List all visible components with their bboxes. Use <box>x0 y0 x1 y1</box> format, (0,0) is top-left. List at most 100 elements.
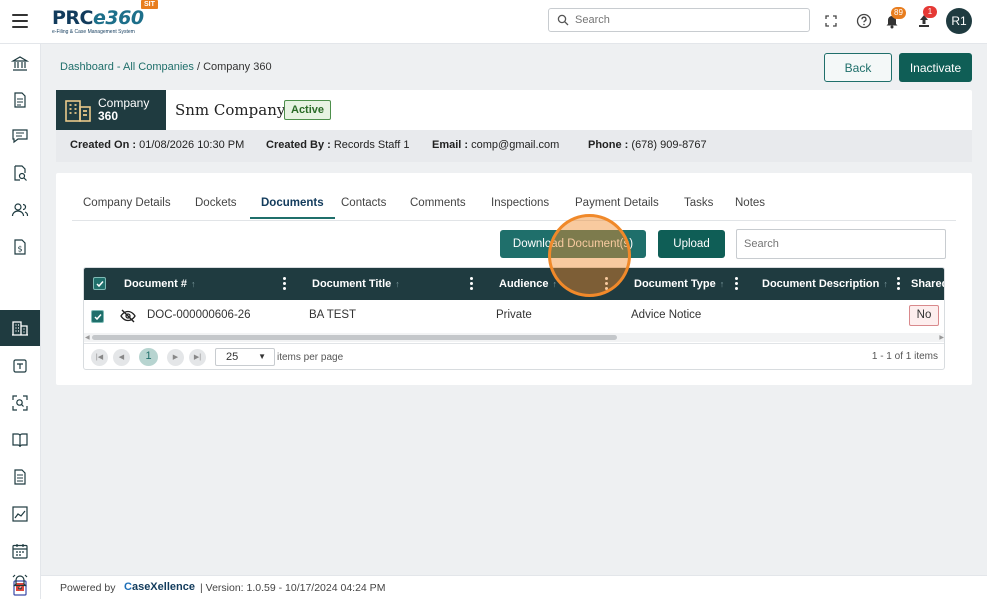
next-page-icon[interactable]: ▶ <box>167 349 184 366</box>
tab-company-details[interactable]: Company Details <box>83 197 171 217</box>
global-search[interactable] <box>548 8 810 32</box>
column-menu-icon[interactable] <box>735 277 738 292</box>
svg-text:$: $ <box>17 245 22 254</box>
bank-icon <box>11 56 29 71</box>
notifications-badge: 89 <box>891 7 906 19</box>
column-menu-icon[interactable] <box>897 277 900 292</box>
dollar-document-icon: $ <box>14 239 26 255</box>
help-icon[interactable] <box>855 12 873 30</box>
table-row[interactable]: DOC-000000606-26 BA TEST Private Advice … <box>84 300 944 332</box>
column-header-shared[interactable]: Shared <box>911 278 944 290</box>
page-size-value: 25 <box>226 351 239 363</box>
hamburger-menu-icon[interactable] <box>12 14 28 28</box>
sidebar-item-companies[interactable] <box>0 310 40 346</box>
column-header-document-number[interactable]: Document # ↑ <box>124 278 195 290</box>
first-page-icon[interactable]: |◀ <box>91 349 108 366</box>
cell-document-title: BA TEST <box>309 309 357 321</box>
column-menu-icon[interactable] <box>283 277 286 292</box>
tab-inspections[interactable]: Inspections <box>491 197 549 217</box>
column-header-document-type[interactable]: Document Type ↑ <box>634 278 724 290</box>
casexellence-logo: CaseXellence <box>124 581 195 593</box>
scroll-right-icon[interactable]: ▶ <box>939 334 944 341</box>
sidebar-item-tag[interactable] <box>0 348 40 384</box>
footer: Powered by CaseXellence | Version: 1.0.5… <box>41 575 987 599</box>
breadcrumb-link-companies[interactable]: Dashboard - All Companies <box>60 61 194 73</box>
sidebar-item-payments[interactable]: $ <box>0 229 40 265</box>
global-search-input[interactable] <box>575 12 805 28</box>
eye-off-icon[interactable] <box>120 309 136 323</box>
brand-c: C <box>124 581 132 593</box>
upload-button[interactable]: Upload <box>658 230 725 258</box>
items-per-page-label: items per page <box>277 352 344 363</box>
logo-text: PRC <box>52 7 94 29</box>
sidebar-item-file[interactable] <box>0 459 40 495</box>
powered-by-label: Powered by <box>60 582 116 594</box>
sort-arrow-icon: ↑ <box>883 279 888 289</box>
column-header-document-title[interactable]: Document Title ↑ <box>312 278 400 290</box>
logo-text-e360: e360 <box>93 7 144 29</box>
cell-audience: Private <box>496 309 532 321</box>
page-number-current[interactable]: 1 <box>139 348 158 366</box>
sidebar-item-document[interactable] <box>0 82 40 118</box>
cell-document-type: Advice Notice <box>631 309 702 321</box>
sidebar-item-reports[interactable] <box>0 496 40 532</box>
company-360-tag: Company 360 <box>56 90 166 130</box>
chat-icon <box>12 129 28 144</box>
version-text: | Version: 1.0.59 - 10/17/2024 04:24 PM <box>200 582 386 594</box>
brand-name: aseXellence <box>131 581 195 593</box>
page-size-select[interactable]: 25 ▼ <box>215 348 275 366</box>
tab-contacts[interactable]: Contacts <box>341 197 386 217</box>
tab-documents[interactable]: Documents <box>250 197 335 219</box>
select-all-checkbox[interactable] <box>93 277 106 290</box>
tab-tasks[interactable]: Tasks <box>684 197 713 217</box>
created-on: Created On : 01/08/2026 10:30 PM <box>70 139 244 151</box>
row-checkbox[interactable] <box>91 310 104 323</box>
phone-label: Phone : <box>588 139 629 151</box>
tab-bar: Company Details Dockets Documents Contac… <box>72 193 956 221</box>
sort-arrow-icon: ↑ <box>719 279 725 289</box>
book-open-icon <box>12 433 28 448</box>
sidebar-item-alarm[interactable] <box>0 563 40 599</box>
created-on-value: 01/08/2026 10:30 PM <box>139 139 245 151</box>
inactivate-button[interactable]: Inactivate <box>899 53 972 82</box>
breadcrumb-current: Company 360 <box>203 61 272 73</box>
sidebar-item-document-search[interactable] <box>0 155 40 191</box>
chart-icon <box>12 506 28 522</box>
back-button[interactable]: Back <box>824 53 892 82</box>
column-header-label: Document Title <box>312 278 392 290</box>
breadcrumb: Dashboard - All Companies / Company 360 <box>60 61 272 73</box>
sidebar-item-scan[interactable] <box>0 385 40 421</box>
sort-arrow-icon: ↑ <box>395 279 400 289</box>
alarm-icon <box>12 574 28 590</box>
email-value: comp@gmail.com <box>471 139 560 151</box>
column-header-audience[interactable]: Audience ↑ <box>499 278 557 290</box>
documents-search-input[interactable] <box>736 229 946 259</box>
column-header-document-description[interactable]: Document Description ↑ <box>762 278 888 290</box>
last-page-icon[interactable]: ▶| <box>189 349 206 366</box>
pagination-bar: |◀ ◀ 1 ▶ ▶| 25 ▼ items per page 1 - 1 of… <box>84 343 944 369</box>
sidebar-item-bank[interactable] <box>0 46 40 82</box>
sidebar-item-book[interactable] <box>0 422 40 458</box>
previous-page-icon[interactable]: ◀ <box>113 349 130 366</box>
tab-dockets[interactable]: Dockets <box>195 197 237 217</box>
column-menu-icon[interactable] <box>470 277 473 292</box>
tab-notes[interactable]: Notes <box>735 197 765 217</box>
sidebar-item-users[interactable] <box>0 192 40 228</box>
documents-grid: Document # ↑ Document Title ↑ Audience ↑ Do… <box>83 267 945 370</box>
scroll-left-icon[interactable]: ◀ <box>85 334 90 341</box>
scan-search-icon <box>12 395 28 411</box>
search-icon <box>557 14 569 26</box>
left-sidebar: $ ? <box>0 44 41 599</box>
tab-comments[interactable]: Comments <box>410 197 466 217</box>
sidebar-item-chat[interactable] <box>0 118 40 154</box>
chevron-down-icon: ▼ <box>258 352 266 361</box>
fullscreen-icon[interactable] <box>822 12 840 30</box>
app-logo[interactable]: PRCe360 e-Filing & Case Management Syste… <box>52 8 144 35</box>
horizontal-scrollbar[interactable]: ◀ ▶ <box>84 333 944 342</box>
email-label: Email : <box>432 139 469 151</box>
scrollbar-thumb[interactable] <box>92 335 617 340</box>
company-info-row: Created On : 01/08/2026 10:30 PM Created… <box>56 130 972 162</box>
cell-document-number[interactable]: DOC-000000606-26 <box>147 309 251 321</box>
file-text-icon <box>14 469 26 485</box>
user-avatar[interactable]: R1 <box>946 8 972 34</box>
